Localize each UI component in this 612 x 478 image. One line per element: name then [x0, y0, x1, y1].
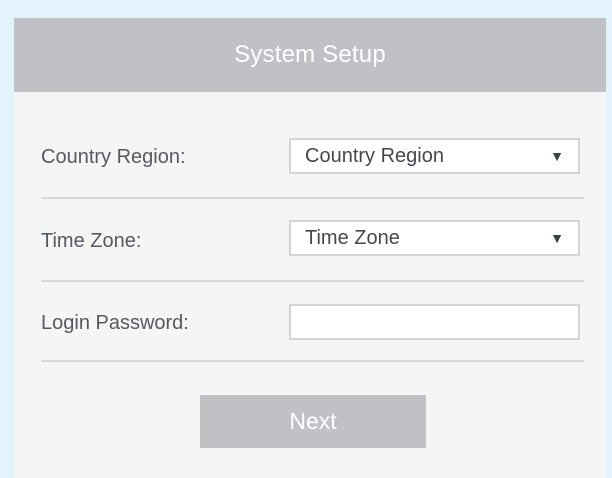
setup-header: System Setup [14, 18, 606, 92]
country-region-label: Country Region: [41, 146, 186, 168]
login-password-label: Login Password: [41, 312, 189, 334]
time-zone-label: Time Zone: [41, 230, 142, 252]
login-password-field[interactable] [289, 304, 580, 340]
country-region-row: Country Region: Country Region ▼ [41, 118, 584, 199]
time-zone-select[interactable]: Time Zone ▼ [289, 220, 580, 256]
caret-down-icon: ▼ [550, 230, 564, 246]
time-zone-row: Time Zone: Time Zone ▼ [41, 199, 584, 282]
time-zone-value: Time Zone [305, 227, 400, 249]
country-region-value: Country Region [305, 145, 444, 167]
login-password-row: Login Password: [41, 282, 584, 362]
caret-down-icon: ▼ [550, 148, 564, 164]
next-button[interactable]: Next [200, 395, 426, 448]
country-region-select[interactable]: Country Region ▼ [289, 138, 580, 174]
setup-panel: System Setup Country Region: Country Reg… [14, 18, 606, 478]
page-title: System Setup [234, 41, 386, 68]
